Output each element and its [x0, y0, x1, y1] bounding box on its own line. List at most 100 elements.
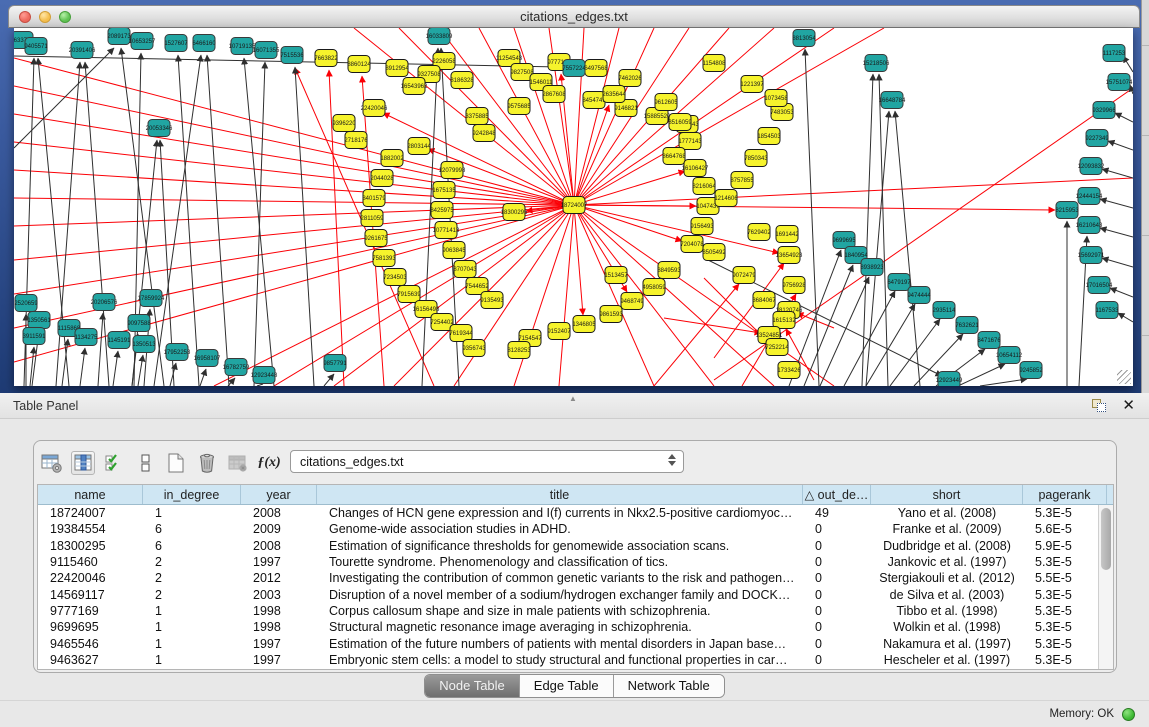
table-cell[interactable]: Disruption of a novel member of a sodium… — [317, 588, 803, 602]
graph-node[interactable]: 1777143 — [678, 133, 702, 150]
table-cell[interactable]: 6 — [143, 522, 241, 536]
graph-edge[interactable] — [178, 55, 199, 386]
graph-node[interactable]: 2803144 — [407, 138, 431, 155]
table-cell[interactable]: 5.9E-5 — [1023, 539, 1098, 553]
graph-node[interactable]: 6497568 — [584, 60, 608, 77]
table-cell[interactable]: 2012 — [241, 571, 317, 585]
graph-node[interactable]: 9474444 — [907, 287, 931, 304]
graph-node[interactable]: 9135493 — [480, 292, 504, 309]
graph-node[interactable]: 16033809 — [426, 28, 453, 45]
graph-node[interactable]: 1513457 — [604, 267, 628, 284]
float-panel-icon[interactable] — [1092, 399, 1107, 413]
graph-node[interactable]: 2718176 — [344, 132, 368, 149]
graph-node[interactable]: 16782759 — [223, 359, 250, 376]
graph-node[interactable]: 7234503 — [383, 269, 407, 286]
table-cell[interactable]: 1 — [143, 604, 241, 618]
graph-node[interactable]: 7850343 — [744, 150, 768, 167]
graph-node[interactable]: 9152407 — [547, 323, 571, 340]
graph-node[interactable]: 17016504 — [1086, 277, 1113, 294]
table-cell[interactable]: 0 — [803, 653, 871, 667]
graph-node[interactable]: 20206576 — [91, 294, 118, 311]
graph-node[interactable]: 8401579 — [362, 190, 386, 207]
graph-node[interactable]: 8664768 — [662, 148, 686, 165]
graph-node[interactable]: 1134275 — [75, 329, 99, 346]
table-cell[interactable]: Changes of HCN gene expression and I(f) … — [317, 506, 803, 520]
graph-node[interactable]: 1214606 — [714, 190, 738, 207]
graph-edge[interactable] — [257, 384, 263, 386]
graph-node[interactable]: 1167533 — [1096, 302, 1120, 319]
select-columns-icon[interactable] — [102, 451, 126, 475]
table-cell[interactable]: 5.3E-5 — [1023, 637, 1098, 651]
graph-edge[interactable] — [324, 374, 334, 386]
graph-edge[interactable] — [559, 205, 574, 386]
graph-edge[interactable] — [980, 379, 1027, 386]
table-scrollbar[interactable] — [1098, 505, 1113, 669]
graph-node[interactable]: 1675135 — [432, 182, 456, 199]
table-cell[interactable]: 0 — [803, 620, 871, 634]
scrollbar-thumb[interactable] — [1101, 508, 1111, 570]
table-cell[interactable]: 1 — [143, 653, 241, 667]
table-cell[interactable]: Estimation of significance thresholds fo… — [317, 539, 803, 553]
graph-node[interactable]: 9468749 — [620, 293, 644, 310]
graph-edge[interactable] — [805, 49, 819, 386]
graph-edge[interactable] — [574, 205, 682, 241]
graph-node[interactable]: 10654112 — [996, 347, 1023, 364]
graph-node[interactable]: 7619344 — [449, 325, 473, 342]
graph-node[interactable]: 7581393 — [372, 250, 396, 267]
graph-edge[interactable] — [574, 171, 685, 205]
graph-node[interactable]: 9072479 — [732, 267, 756, 284]
table-cell[interactable]: 9777169 — [38, 604, 143, 618]
table-cell[interactable]: 1 — [143, 506, 241, 520]
column-header-title[interactable]: title — [317, 485, 803, 504]
graph-node[interactable]: 8516059 — [668, 114, 692, 131]
table-cell[interactable]: 14569117 — [38, 588, 143, 602]
table-cell[interactable]: 0 — [803, 522, 871, 536]
graph-node[interactable]: 1350561 — [27, 312, 51, 329]
table-row[interactable]: 1830029562008Estimation of significance … — [38, 538, 1098, 554]
graph-edge[interactable] — [1102, 169, 1133, 178]
graph-edge[interactable] — [866, 111, 889, 386]
graph-node[interactable]: 9063845 — [442, 242, 466, 259]
graph-node[interactable]: 15751074 — [1106, 74, 1133, 91]
graph-node[interactable]: 9612605 — [654, 94, 678, 111]
graph-node[interactable]: 9261675 — [364, 230, 388, 247]
table-cell[interactable]: Structural magnetic resonance image aver… — [317, 620, 803, 634]
graph-edge[interactable] — [254, 62, 265, 386]
graph-node[interactable]: 8860124 — [347, 56, 371, 73]
table-cell[interactable]: 5.6E-5 — [1023, 522, 1098, 536]
graph-node[interactable]: 12444154 — [1076, 188, 1103, 205]
table-cell[interactable]: 5.3E-5 — [1023, 506, 1098, 520]
graph-node[interactable]: 1154808 — [703, 55, 727, 72]
graph-node[interactable]: 8757855 — [730, 172, 754, 189]
graph-edge[interactable] — [30, 347, 34, 386]
graph-node[interactable]: 1615132 — [772, 312, 796, 329]
graph-node[interactable]: 4958059 — [642, 279, 666, 296]
graph-node[interactable]: 9245852 — [1019, 362, 1043, 379]
table-row[interactable]: 946554611997Estimation of the future num… — [38, 635, 1098, 651]
graph-node[interactable]: 9329966 — [1092, 102, 1116, 119]
graph-node[interactable]: 9861593 — [599, 306, 623, 323]
graph-node[interactable]: 15692971 — [1078, 247, 1105, 264]
table-row[interactable]: 946362711997Embryonic stem cells: a mode… — [38, 652, 1098, 668]
graph-node[interactable]: 3375885 — [465, 108, 489, 125]
graph-node[interactable]: 10653257 — [129, 33, 156, 50]
graph-edge[interactable] — [138, 355, 143, 386]
graph-node[interactable]: 18724007 — [561, 197, 588, 214]
table-cell[interactable]: 2003 — [241, 588, 317, 602]
graph-node[interactable]: 7252214 — [765, 339, 789, 356]
graph-node[interactable]: 9575685 — [507, 98, 531, 115]
graph-edge[interactable] — [654, 284, 739, 386]
table-cell[interactable]: 0 — [803, 571, 871, 585]
table-cell[interactable]: 2009 — [241, 522, 317, 536]
graph-node[interactable]: 9396220 — [332, 115, 356, 132]
graph-edge[interactable] — [14, 205, 574, 226]
table-cell[interactable]: Corpus callosum shape and size in male p… — [317, 604, 803, 618]
table-cell[interactable]: Nakamura et al. (1997) — [871, 637, 1023, 651]
graph-node[interactable]: 12923449 — [936, 372, 963, 387]
graph-edge[interactable] — [274, 205, 574, 386]
graph-edge[interactable] — [866, 304, 915, 386]
graph-node[interactable]: 8215953 — [1055, 202, 1079, 219]
window-resize-grip[interactable] — [1117, 370, 1131, 384]
graph-node[interactable]: 6466160 — [192, 35, 216, 52]
graph-node[interactable]: 9227349 — [1085, 130, 1109, 147]
